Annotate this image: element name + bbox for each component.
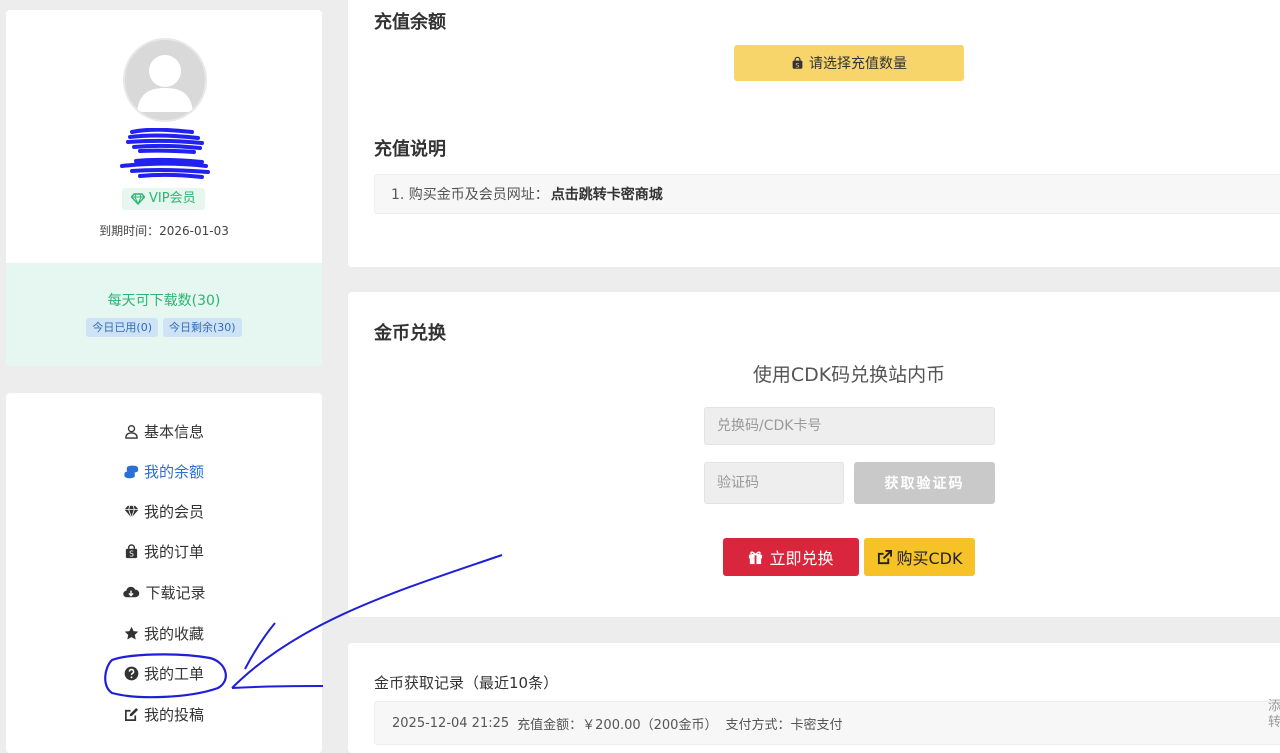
note-prefix: 1. 购买金币及会员网址： [391,187,549,203]
record-edge-text: 添转 [1268,699,1280,730]
menu-item-submissions[interactable]: 我的投稿 [6,700,322,728]
shopping-bag-icon: S [792,56,803,69]
coin-records-card: 金币获取记录（最近10条） 2025-12-04 21:25 充值金额：￥200… [348,643,1280,753]
record-method: 支付方式：卡密支付 [725,717,843,733]
menu-item-label: 我的会员 [143,502,204,521]
record-amount: 充值金额：￥200.00（200金币） [517,717,718,733]
redaction-scribble [120,128,210,179]
user-menu: 基本信息 我的余额 我的会员 S 我的订单 下载记录 我的收藏 我的工单 我的投… [6,393,322,753]
user-avatar-icon [137,55,193,112]
download-quota-title: 每天可下载数(30) [107,293,221,309]
star-icon [124,626,139,639]
profile-card: VIP会员 到期时间：2026-01-03 每天可下载数(30) 今日已用(0)… [6,10,322,366]
svg-text:S: S [129,549,134,558]
exchange-title: 金币兑换 [374,323,446,344]
download-quota-box: 每天可下载数(30) 今日已用(0) 今日剩余(30) [6,263,322,366]
menu-item-membership[interactable]: 我的会员 [6,497,322,525]
menu-item-basic-info[interactable]: 基本信息 [6,417,322,445]
vip-badge: VIP会员 [122,188,205,210]
expiry-value: 2026-01-03 [159,224,229,238]
external-link-icon [877,549,892,564]
select-amount-label: 请选择充值数量 [809,56,907,72]
menu-item-tickets[interactable]: 我的工单 [6,659,322,687]
menu-item-downloads[interactable]: 下载记录 [6,578,322,606]
menu-item-favorites[interactable]: 我的收藏 [6,619,322,647]
buy-cdk-label: 购买CDK [896,549,963,568]
recharge-note: 1. 购买金币及会员网址： 点击跳转卡密商城 [374,174,1280,214]
get-captcha-button[interactable]: 获取验证码 [854,462,995,504]
cdk-code-input[interactable] [704,407,995,445]
diamond-icon [131,193,145,205]
menu-item-label: 我的订单 [143,542,204,561]
menu-item-label: 基本信息 [143,422,204,441]
expiry-label: 到期时间： [99,224,160,238]
record-time: 2025-12-04 21:25 [392,715,510,731]
redeem-button[interactable]: 立即兑换 [723,538,859,576]
svg-text:S: S [795,61,799,69]
used-today-badge: 今日已用(0) [86,318,158,337]
shopping-bag-icon: S [125,543,138,558]
avatar[interactable] [123,38,207,122]
menu-item-balance[interactable]: 我的余额 [6,457,322,485]
gift-icon [749,551,763,564]
user-icon [125,424,138,439]
select-amount-button[interactable]: S 请选择充值数量 [734,45,964,81]
shop-link[interactable]: 点击跳转卡密商城 [551,184,663,204]
menu-item-label: 我的收藏 [143,624,204,643]
diamond-icon [124,505,139,519]
menu-item-label: 我的余额 [143,462,204,481]
vip-label: VIP会员 [149,191,196,206]
membership-expiry: 到期时间：2026-01-03 [6,222,322,239]
exchange-subtitle: 使用CDK码兑换站内币 [752,364,946,386]
question-circle-icon [124,666,139,680]
remaining-today-badge: 今日剩余(30) [163,318,242,337]
recharge-card: 充值余额 S 请选择充值数量 充值说明 1. 购买金币及会员网址： 点击跳转卡密… [348,0,1280,267]
coins-icon [124,465,139,478]
menu-item-label: 我的工单 [143,664,204,683]
menu-item-orders[interactable]: S 我的订单 [6,537,322,565]
coin-exchange-card: 金币兑换 使用CDK码兑换站内币 获取验证码 立即兑换 购买CDK [348,292,1280,617]
captcha-input[interactable] [704,462,844,504]
redeem-label: 立即兑换 [769,549,834,568]
recharge-title: 充值余额 [374,12,446,33]
menu-item-label: 下载记录 [145,583,206,602]
recharge-notes-title: 充值说明 [374,139,446,160]
buy-cdk-button[interactable]: 购买CDK [864,538,975,576]
record-row: 2025-12-04 21:25 充值金额：￥200.00（200金币） 支付方… [374,701,1280,745]
edit-icon [125,707,139,721]
cloud-download-icon [123,586,140,597]
menu-item-label: 我的投稿 [143,705,204,724]
records-title: 金币获取记录（最近10条） [374,674,559,692]
